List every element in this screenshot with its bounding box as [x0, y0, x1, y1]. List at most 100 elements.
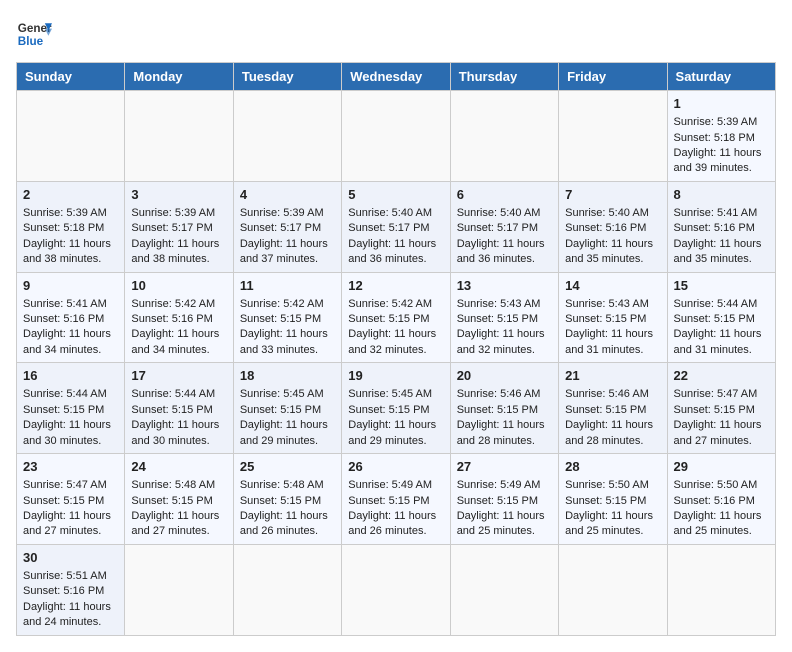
sunrise-text: Sunrise: 5:51 AM: [23, 569, 118, 584]
day-number: 12: [348, 277, 443, 295]
day-number: 4: [240, 186, 335, 204]
calendar-cell: 20Sunrise: 5:46 AMSunset: 5:15 PMDayligh…: [450, 363, 558, 454]
sunset-text: Sunset: 5:15 PM: [23, 494, 118, 509]
daylight-text: Daylight: 11 hours and 31 minutes.: [674, 327, 769, 358]
daylight-text: Daylight: 11 hours and 26 minutes.: [240, 509, 335, 540]
day-number: 6: [457, 186, 552, 204]
daylight-text: Daylight: 11 hours and 27 minutes.: [674, 418, 769, 449]
sunset-text: Sunset: 5:17 PM: [240, 221, 335, 236]
sunrise-text: Sunrise: 5:44 AM: [23, 387, 118, 402]
day-number: 19: [348, 367, 443, 385]
daylight-text: Daylight: 11 hours and 34 minutes.: [131, 327, 226, 358]
calendar-cell: 23Sunrise: 5:47 AMSunset: 5:15 PMDayligh…: [17, 454, 125, 545]
calendar-cell: [233, 91, 341, 182]
calendar-cell: 21Sunrise: 5:46 AMSunset: 5:15 PMDayligh…: [559, 363, 667, 454]
daylight-text: Daylight: 11 hours and 32 minutes.: [457, 327, 552, 358]
daylight-text: Daylight: 11 hours and 29 minutes.: [348, 418, 443, 449]
sunrise-text: Sunrise: 5:48 AM: [240, 478, 335, 493]
day-number: 25: [240, 458, 335, 476]
day-number: 7: [565, 186, 660, 204]
sunrise-text: Sunrise: 5:41 AM: [23, 297, 118, 312]
header-sunday: Sunday: [17, 63, 125, 91]
day-number: 29: [674, 458, 769, 476]
sunrise-text: Sunrise: 5:45 AM: [240, 387, 335, 402]
sunset-text: Sunset: 5:18 PM: [23, 221, 118, 236]
day-number: 17: [131, 367, 226, 385]
day-number: 15: [674, 277, 769, 295]
calendar-cell: 29Sunrise: 5:50 AMSunset: 5:16 PMDayligh…: [667, 454, 775, 545]
day-number: 26: [348, 458, 443, 476]
calendar-cell: [559, 544, 667, 635]
sunset-text: Sunset: 5:15 PM: [565, 494, 660, 509]
sunset-text: Sunset: 5:16 PM: [674, 221, 769, 236]
sunset-text: Sunset: 5:17 PM: [457, 221, 552, 236]
day-number: 28: [565, 458, 660, 476]
sunset-text: Sunset: 5:17 PM: [348, 221, 443, 236]
calendar-week-5: 23Sunrise: 5:47 AMSunset: 5:15 PMDayligh…: [17, 454, 776, 545]
daylight-text: Daylight: 11 hours and 33 minutes.: [240, 327, 335, 358]
calendar-cell: 11Sunrise: 5:42 AMSunset: 5:15 PMDayligh…: [233, 272, 341, 363]
sunrise-text: Sunrise: 5:47 AM: [674, 387, 769, 402]
sunrise-text: Sunrise: 5:42 AM: [348, 297, 443, 312]
calendar-cell: 1Sunrise: 5:39 AMSunset: 5:18 PMDaylight…: [667, 91, 775, 182]
header-tuesday: Tuesday: [233, 63, 341, 91]
calendar-week-2: 2Sunrise: 5:39 AMSunset: 5:18 PMDaylight…: [17, 181, 776, 272]
sunset-text: Sunset: 5:15 PM: [348, 403, 443, 418]
sunrise-text: Sunrise: 5:39 AM: [23, 206, 118, 221]
day-number: 20: [457, 367, 552, 385]
day-number: 14: [565, 277, 660, 295]
calendar-cell: 6 Sunrise: 5:40 AMSunset: 5:17 PMDaylight…: [450, 181, 558, 272]
daylight-text: Daylight: 11 hours and 38 minutes.: [131, 237, 226, 268]
sunset-text: Sunset: 5:15 PM: [565, 403, 660, 418]
sunrise-text: Sunrise: 5:45 AM: [348, 387, 443, 402]
calendar-cell: [450, 91, 558, 182]
daylight-text: Daylight: 11 hours and 30 minutes.: [131, 418, 226, 449]
day-number: 10: [131, 277, 226, 295]
sunset-text: Sunset: 5:15 PM: [240, 312, 335, 327]
calendar-cell: [125, 91, 233, 182]
calendar-cell: 22Sunrise: 5:47 AMSunset: 5:15 PMDayligh…: [667, 363, 775, 454]
daylight-text: Daylight: 11 hours and 34 minutes.: [23, 327, 118, 358]
daylight-text: Daylight: 11 hours and 37 minutes.: [240, 237, 335, 268]
sunset-text: Sunset: 5:16 PM: [23, 312, 118, 327]
sunrise-text: Sunrise: 5:42 AM: [240, 297, 335, 312]
calendar-cell: 2Sunrise: 5:39 AMSunset: 5:18 PMDaylight…: [17, 181, 125, 272]
calendar-cell: 12Sunrise: 5:42 AMSunset: 5:15 PMDayligh…: [342, 272, 450, 363]
calendar-cell: 10Sunrise: 5:42 AMSunset: 5:16 PMDayligh…: [125, 272, 233, 363]
day-number: 16: [23, 367, 118, 385]
calendar-cell: 24Sunrise: 5:48 AMSunset: 5:15 PMDayligh…: [125, 454, 233, 545]
calendar-cell: [667, 544, 775, 635]
sunrise-text: Sunrise: 5:49 AM: [457, 478, 552, 493]
day-header-row: SundayMondayTuesdayWednesdayThursdayFrid…: [17, 63, 776, 91]
sunrise-text: Sunrise: 5:41 AM: [674, 206, 769, 221]
calendar-cell: 9 Sunrise: 5:41 AMSunset: 5:16 PMDaylight…: [17, 272, 125, 363]
sunrise-text: Sunrise: 5:40 AM: [457, 206, 552, 221]
calendar-cell: [233, 544, 341, 635]
calendar-cell: [342, 544, 450, 635]
day-number: 9: [23, 277, 118, 295]
sunrise-text: Sunrise: 5:46 AM: [565, 387, 660, 402]
calendar-cell: 17Sunrise: 5:44 AMSunset: 5:15 PMDayligh…: [125, 363, 233, 454]
calendar-cell: 7Sunrise: 5:40 AMSunset: 5:16 PMDaylight…: [559, 181, 667, 272]
day-number: 1: [674, 95, 769, 113]
sunset-text: Sunset: 5:16 PM: [131, 312, 226, 327]
day-number: 18: [240, 367, 335, 385]
calendar-week-1: 1Sunrise: 5:39 AMSunset: 5:18 PMDaylight…: [17, 91, 776, 182]
calendar-cell: [17, 91, 125, 182]
page-header: General Blue: [16, 16, 776, 52]
sunset-text: Sunset: 5:15 PM: [565, 312, 660, 327]
day-number: 13: [457, 277, 552, 295]
daylight-text: Daylight: 11 hours and 25 minutes.: [674, 509, 769, 540]
sunrise-text: Sunrise: 5:48 AM: [131, 478, 226, 493]
sunset-text: Sunset: 5:15 PM: [240, 403, 335, 418]
daylight-text: Daylight: 11 hours and 36 minutes.: [457, 237, 552, 268]
calendar-week-6: 30Sunrise: 5:51 AMSunset: 5:16 PMDayligh…: [17, 544, 776, 635]
header-wednesday: Wednesday: [342, 63, 450, 91]
sunrise-text: Sunrise: 5:50 AM: [565, 478, 660, 493]
calendar-cell: 3Sunrise: 5:39 AMSunset: 5:17 PMDaylight…: [125, 181, 233, 272]
sunrise-text: Sunrise: 5:39 AM: [674, 115, 769, 130]
header-monday: Monday: [125, 63, 233, 91]
calendar-cell: 14Sunrise: 5:43 AMSunset: 5:15 PMDayligh…: [559, 272, 667, 363]
sunset-text: Sunset: 5:15 PM: [131, 403, 226, 418]
header-friday: Friday: [559, 63, 667, 91]
